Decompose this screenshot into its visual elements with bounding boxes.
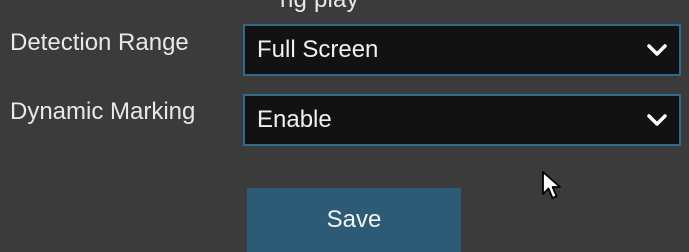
mouse-pointer-icon — [540, 170, 566, 202]
chevron-down-icon[interactable] — [635, 26, 679, 74]
detection-range-label: Detection Range — [10, 29, 189, 56]
dynamic-marking-select[interactable]: Enable — [243, 94, 681, 146]
save-button[interactable]: Save — [247, 188, 461, 252]
partial-title-text: ng play — [280, 0, 359, 12]
dynamic-marking-value: Enable — [257, 106, 332, 133]
detection-range-select[interactable]: Full Screen — [243, 24, 681, 76]
detection-range-value: Full Screen — [257, 36, 379, 63]
partial-top-title: ng play — [0, 0, 689, 12]
dynamic-marking-label: Dynamic Marking — [10, 98, 196, 125]
chevron-down-icon[interactable] — [635, 96, 679, 144]
